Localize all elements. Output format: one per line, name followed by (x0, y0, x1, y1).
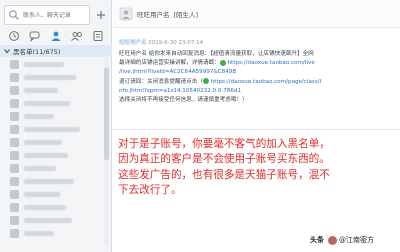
contacts-scrollbar[interactable] (104, 58, 109, 244)
watermark-brand: 头条 (310, 236, 324, 244)
redacted-name (24, 88, 58, 93)
list-item[interactable] (0, 188, 104, 201)
list-item[interactable] (0, 123, 104, 136)
avatar (10, 73, 19, 82)
link-icon (219, 59, 226, 66)
redacted-name (24, 179, 74, 184)
contacts-panel: 黑名单(11/675) (0, 0, 112, 252)
watermark: 头条 @江南密方 (310, 235, 374, 245)
message-line: 最详细的店铺运营实操讲解，详情请戳： (119, 60, 220, 67)
chat-header: 旺旺用户名 [陌生人] (113, 0, 400, 28)
list-item[interactable] (0, 71, 104, 84)
blacklist-contacts (0, 58, 104, 240)
message-line: 退订请回：关闭消息提醒请点击（ (119, 78, 203, 85)
redacted-name (24, 101, 70, 106)
avatar (10, 60, 19, 69)
message-link[interactable]: nfo.jhtml?spm=a1z14.10540232.0.0.786d1 (119, 88, 241, 94)
message-meta: 旺旺用户名 2019-6-30 23:07:14 (119, 38, 395, 46)
list-item[interactable] (0, 149, 104, 162)
watermark-avatar (328, 235, 337, 245)
avatar (10, 112, 19, 121)
avatar (10, 216, 19, 225)
contacts-icon[interactable] (49, 30, 63, 42)
list-item[interactable] (0, 214, 104, 227)
chat-bubbles-icon[interactable] (28, 30, 42, 42)
redacted-name (24, 205, 66, 210)
list-item[interactable] (0, 162, 104, 175)
avatar (10, 190, 19, 199)
redacted-name (24, 192, 60, 197)
search-icon (8, 9, 20, 21)
redacted-name (24, 75, 76, 80)
avatar (10, 164, 19, 173)
notes-icon[interactable] (91, 30, 105, 42)
chat-panel: 旺旺用户名 [陌生人] 旺旺用户名 2019-6-30 23:07:14 旺旺用… (113, 0, 400, 252)
redacted-name (24, 127, 80, 132)
message-body: 旺旺用户名 给你发来自动回复消息：【超值清流量获取，让店铺快速飙升】全网 最详细… (119, 50, 395, 105)
list-item[interactable] (0, 58, 104, 71)
avatar (10, 177, 19, 186)
plus-icon (96, 10, 106, 20)
chevron-down-icon (3, 47, 11, 55)
list-item[interactable] (0, 201, 104, 214)
avatar (10, 125, 19, 134)
avatar (10, 138, 19, 147)
list-item[interactable] (0, 110, 104, 123)
blacklist-group-label: 黑名单(11/675) (13, 48, 61, 56)
annotation-line: 这些发广告的，也有很多是天猫子账号，混不 (118, 168, 330, 181)
chat-title: 旺旺用户名 (137, 10, 170, 19)
watermark-handle: @江南密方 (339, 236, 374, 244)
avatar (10, 203, 19, 212)
divider (113, 129, 400, 130)
message-link[interactable]: /live.jhtml?liveId=AC2C64A59997&C849B (119, 69, 236, 75)
redacted-name (24, 166, 56, 171)
blacklist-group[interactable]: 黑名单(11/675) (0, 45, 112, 57)
message-sender: 旺旺用户名 (119, 40, 147, 46)
annotation-line: 下去改行了。 (118, 184, 182, 197)
message-time: 2019-6-30 23:07:14 (148, 40, 204, 46)
search-input[interactable] (23, 11, 89, 19)
message-link[interactable]: https://daoxue.taobao.com/live (227, 60, 314, 66)
redacted-name (24, 218, 72, 223)
search-box[interactable] (4, 5, 90, 25)
message-line: 选择关闭将不再接受任何信息，请谨慎重考虑哦！） (119, 97, 248, 104)
add-contact-button[interactable] (93, 6, 109, 24)
scrollbar-thumb[interactable] (104, 68, 109, 160)
link-icon (202, 78, 209, 85)
redacted-name (24, 114, 54, 119)
annotation-line: 对于是子账号，你要毫不客气的加入黑名单， (118, 138, 330, 150)
redacted-name (24, 153, 68, 158)
redacted-name (24, 140, 62, 145)
list-item[interactable] (0, 175, 104, 188)
annotation-text: 对于是子账号，你要毫不客气的加入黑名单， 因为真正的客户是不会使用子账号买东西的… (118, 137, 396, 199)
redacted-name (24, 62, 64, 67)
avatar (10, 99, 19, 108)
list-item[interactable] (0, 97, 104, 110)
list-item[interactable] (0, 84, 104, 97)
list-item[interactable] (0, 136, 104, 149)
redacted-name (24, 231, 54, 236)
annotation-line: 因为真正的客户是不会使用子账号买东西的。 (118, 153, 330, 166)
groups-icon[interactable] (70, 30, 84, 42)
category-tabs (0, 29, 112, 43)
avatar (10, 151, 19, 160)
message: 旺旺用户名 2019-6-30 23:07:14 旺旺用户名 给你发来自动回复消… (119, 38, 395, 105)
stranger-tag: [陌生人] (173, 10, 199, 19)
avatar (10, 86, 19, 95)
message-line: 旺旺用户名 给你发来自动回复消息：【超值清流量获取，让店铺快速飙升】全网 (119, 51, 314, 57)
message-link[interactable]: https://daoxue.taobao.com/page/class/l (211, 79, 322, 85)
avatar (10, 229, 19, 238)
shop-avatar-icon (119, 7, 133, 21)
list-item[interactable] (0, 227, 104, 240)
recent-chats-icon[interactable] (7, 30, 21, 42)
